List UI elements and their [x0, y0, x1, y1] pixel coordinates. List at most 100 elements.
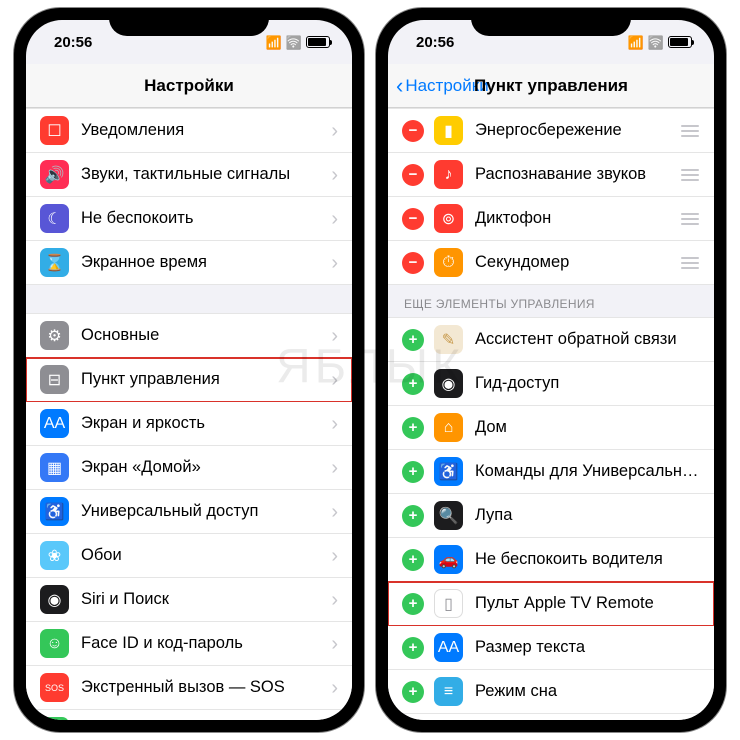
row-icon: ☾	[40, 204, 69, 233]
drag-handle-icon[interactable]	[680, 125, 700, 137]
row-icon: ✎	[434, 325, 463, 354]
row-icon: ▮	[434, 116, 463, 145]
status-bar: 20:56	[388, 20, 714, 64]
row-icon: ⌛	[40, 248, 69, 277]
row-label: Режим сна	[475, 682, 700, 701]
control-row[interactable]: +▦Сканер QR-кода	[388, 714, 714, 720]
nav-bar: ‹ Настройки Пункт управления	[388, 64, 714, 108]
row-label: Экран и яркость	[81, 414, 331, 433]
row-label: Экстренный вызов — SOS	[81, 678, 331, 697]
settings-row[interactable]: ◉Siri и Поиск›	[26, 578, 352, 622]
settings-row[interactable]: ⊟Пункт управления›	[26, 358, 352, 402]
settings-row[interactable]: ☺Face ID и код-пароль›	[26, 622, 352, 666]
add-button[interactable]: +	[402, 329, 424, 351]
screen-left: 20:56 Настройки ☐Уведомления›🔊Звуки, так…	[26, 20, 352, 720]
nav-bar: Настройки	[26, 64, 352, 108]
settings-row[interactable]: ☾Не беспокоить›	[26, 197, 352, 241]
row-label: Секундомер	[475, 253, 674, 272]
settings-row[interactable]: SOSЭкстренный вызов — SOS›	[26, 666, 352, 710]
settings-row[interactable]: ☐Уведомления›	[26, 108, 352, 153]
row-icon: ≡	[434, 677, 463, 706]
phone-left: 20:56 Настройки ☐Уведомления›🔊Звуки, так…	[14, 8, 364, 732]
settings-list[interactable]: ☐Уведомления›🔊Звуки, тактильные сигналы›…	[26, 108, 352, 720]
settings-row[interactable]: ⌛Экранное время›	[26, 241, 352, 285]
control-row[interactable]: + ▯ Пульт Apple TV Remote	[388, 582, 714, 626]
control-row[interactable]: +🚗Не беспокоить водителя	[388, 538, 714, 582]
add-button[interactable]: +	[402, 681, 424, 703]
add-button[interactable]: +	[402, 637, 424, 659]
settings-row[interactable]: ⚙Основные›	[26, 313, 352, 358]
row-icon: ⏱	[434, 248, 463, 277]
row-label: Экранное время	[81, 253, 331, 272]
control-row[interactable]: −▮ Энергосбережение	[388, 108, 714, 153]
control-row[interactable]: +◉Гид-доступ	[388, 362, 714, 406]
row-label: Экран «Домой»	[81, 458, 331, 477]
row-label: Энергосбережение	[475, 121, 674, 140]
control-row[interactable]: + ≡ Режим сна	[388, 670, 714, 714]
row-label: Пульт Apple TV Remote	[475, 594, 700, 613]
row-icon: ⌂	[434, 413, 463, 442]
row-icon: ☐	[40, 116, 69, 145]
row-label: Ассистент обратной связи	[475, 330, 700, 349]
settings-row[interactable]: 🔊Звуки, тактильные сигналы›	[26, 153, 352, 197]
add-button[interactable]: +	[402, 417, 424, 439]
control-center-list[interactable]: −▮Энергосбережение−♪Распознавание звуков…	[388, 108, 714, 720]
drag-handle-icon[interactable]	[680, 169, 700, 181]
remove-button[interactable]: −	[402, 208, 424, 230]
control-row[interactable]: −⏱ Секундомер	[388, 241, 714, 285]
control-row[interactable]: + 🔍 Лупа	[388, 494, 714, 538]
settings-row[interactable]: ▮Аккумулятор›	[26, 710, 352, 720]
add-button[interactable]: +	[402, 373, 424, 395]
add-button[interactable]: +	[402, 505, 424, 527]
drag-handle-icon[interactable]	[680, 257, 700, 269]
settings-row[interactable]: ▦Экран «Домой»›	[26, 446, 352, 490]
settings-row[interactable]: AAЭкран и яркость›	[26, 402, 352, 446]
section-header-more: ЕЩЕ ЭЛЕМЕНТЫ УПРАВЛЕНИЯ	[388, 285, 714, 317]
row-icon: ♪	[434, 160, 463, 189]
row-icon: ♿	[434, 457, 463, 486]
row-icon: SOS	[40, 673, 69, 702]
row-icon: ❀	[40, 541, 69, 570]
control-row[interactable]: +AAРазмер текста	[388, 626, 714, 670]
status-bar: 20:56	[26, 20, 352, 64]
row-icon: ◉	[434, 369, 463, 398]
add-button[interactable]: +	[402, 593, 424, 615]
row-label: Лупа	[475, 506, 700, 525]
row-icon: AA	[40, 409, 69, 438]
row-icon: ⊚	[434, 204, 463, 233]
row-icon: ⚙	[40, 321, 69, 350]
row-icon: ▯	[434, 589, 463, 618]
control-row[interactable]: −♪ Распознавание звуков	[388, 153, 714, 197]
row-label: Обои	[81, 546, 331, 565]
battery-icon	[306, 36, 330, 48]
row-icon: ♿	[40, 497, 69, 526]
row-label: Siri и Поиск	[81, 590, 331, 609]
row-label: Основные	[81, 326, 331, 345]
page-title: Настройки	[26, 76, 352, 96]
control-row[interactable]: + ✎ Ассистент обратной связи	[388, 317, 714, 362]
row-label: Диктофон	[475, 209, 674, 228]
row-icon: ⊟	[40, 365, 69, 394]
remove-button[interactable]: −	[402, 252, 424, 274]
control-row[interactable]: +⌂Дом	[388, 406, 714, 450]
wifi-icon	[286, 34, 302, 51]
drag-handle-icon[interactable]	[680, 213, 700, 225]
add-button[interactable]: +	[402, 461, 424, 483]
settings-row[interactable]: ♿Универсальный доступ›	[26, 490, 352, 534]
remove-button[interactable]: −	[402, 164, 424, 186]
row-label: Пункт управления	[81, 370, 331, 389]
row-icon: AA	[434, 633, 463, 662]
row-label: Распознавание звуков	[475, 165, 674, 184]
row-label: Face ID и код-пароль	[81, 634, 331, 653]
row-icon: ▦	[40, 453, 69, 482]
remove-button[interactable]: −	[402, 120, 424, 142]
add-button[interactable]: +	[402, 549, 424, 571]
control-row[interactable]: −⊚ Диктофон	[388, 197, 714, 241]
page-title: Пункт управления	[388, 76, 714, 96]
settings-row[interactable]: ❀Обои›	[26, 534, 352, 578]
battery-icon	[668, 36, 692, 48]
control-row[interactable]: +♿Команды для Универсального дост…	[388, 450, 714, 494]
row-icon: 🔍	[434, 501, 463, 530]
status-time: 20:56	[54, 34, 92, 51]
phone-right: 20:56 ‹ Настройки Пункт управления −▮Эне…	[376, 8, 726, 732]
